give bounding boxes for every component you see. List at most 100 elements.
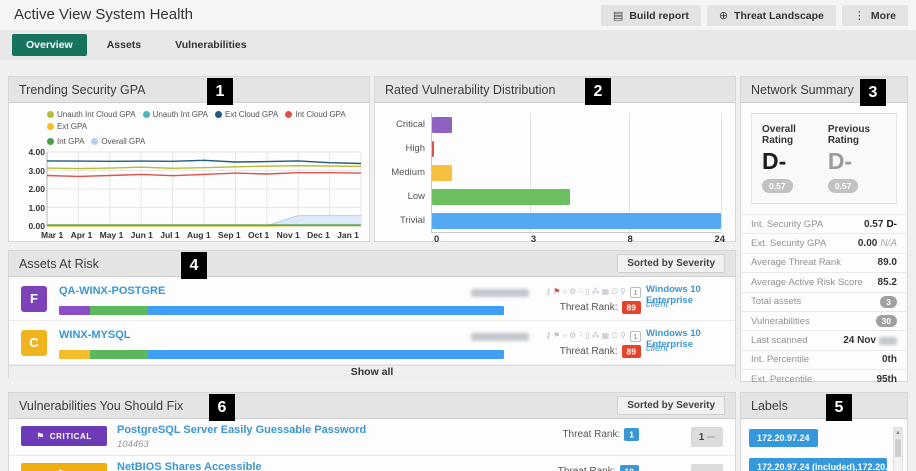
y-tick-label: 4.00 bbox=[15, 148, 45, 156]
vulns-sort-button[interactable]: Sorted by Severity bbox=[617, 396, 725, 415]
bar-trivial[interactable] bbox=[432, 213, 721, 229]
panel-trending-header: Trending Security GPA bbox=[9, 77, 369, 103]
panel-distribution-header: Rated Vulnerability Distribution bbox=[375, 77, 735, 103]
thumbs-down-icon: ☟ bbox=[578, 330, 583, 342]
label-pill[interactable]: 172.20.97.24 (included),172.20.97.2... bbox=[749, 458, 887, 471]
previous-rating-score: 0.57 bbox=[828, 179, 859, 193]
bar-segment bbox=[90, 306, 148, 315]
summary-row: Vulnerabilities30 bbox=[741, 311, 907, 330]
vulnerability-threat-rank: Threat Rank:10 bbox=[459, 466, 639, 471]
x-tick-label: 3 bbox=[531, 234, 536, 245]
y-tick-label: 2.00 bbox=[15, 185, 45, 193]
summary-value: 0.57D- bbox=[864, 219, 897, 230]
x-tick-label: Oct 1 bbox=[248, 230, 269, 240]
labels-scrollbar[interactable]: ▲ bbox=[893, 427, 903, 471]
asset-name-link[interactable]: QA-WINX-POSTGRE bbox=[59, 285, 165, 297]
asset-name-link[interactable]: WINX-MYSQL bbox=[59, 329, 131, 341]
more-button[interactable]: ⋮ More bbox=[842, 5, 908, 26]
more-label: More bbox=[871, 10, 896, 22]
kebab-icon: ⋮ bbox=[854, 9, 865, 22]
threat-landscape-button[interactable]: ⊕ Threat Landscape bbox=[707, 5, 836, 26]
asset-threat-rank: Threat Rank:89 bbox=[449, 346, 641, 357]
panel-network-summary: Network Summary Overall Rating D- 0.57 P… bbox=[740, 76, 908, 382]
globe-icon: ⊕ bbox=[719, 9, 728, 22]
threat-rank-label: Threat Rank: bbox=[560, 346, 618, 357]
affected-assets-expander[interactable]: 1 bbox=[691, 427, 723, 447]
redacted-year bbox=[879, 337, 897, 345]
summary-row: Ext. Percentile95th bbox=[741, 369, 907, 388]
gpa-y-axis: 4.003.002.001.000.00 bbox=[15, 148, 45, 230]
bar-high[interactable] bbox=[432, 141, 434, 157]
legend-dot bbox=[91, 138, 98, 145]
panel-trending-security-gpa: Trending Security GPA Unauth Int Cloud G… bbox=[8, 76, 370, 242]
panel-labels-title: Labels bbox=[751, 399, 788, 413]
overall-rating: Overall Rating D- 0.57 bbox=[762, 124, 814, 194]
asset-type-link[interactable]: client bbox=[646, 299, 668, 310]
distribution-categories: CriticalHighMediumLowTrivial bbox=[385, 113, 431, 233]
previous-rating: Previous Rating D- 0.57 bbox=[828, 124, 886, 194]
panel-vulns-header: Vulnerabilities You Should Fix Sorted by… bbox=[9, 393, 735, 419]
y-tick-label: 0.00 bbox=[15, 222, 45, 230]
overall-rating-score: 0.57 bbox=[762, 179, 793, 193]
build-report-button[interactable]: ▤ Build report bbox=[601, 5, 701, 26]
gear-icon: ⚙ bbox=[569, 330, 576, 342]
panel-vulns-title: Vulnerabilities You Should Fix bbox=[19, 399, 183, 413]
asterisk-icon: ⁂ bbox=[592, 286, 600, 298]
summary-label: Int. Security GPA bbox=[751, 219, 823, 230]
panel-vulnerability-distribution: Rated Vulnerability Distribution Critica… bbox=[374, 76, 736, 242]
document-icon: ▯ bbox=[585, 330, 589, 342]
tab-strip: Overview Assets Vulnerabilities bbox=[0, 30, 916, 60]
vulnerability-title-link[interactable]: PostgreSQL Server Easily Guessable Passw… bbox=[117, 424, 366, 436]
asset-icon-strip: ⚷ ⚑ ○ ⚙ ☟ ▯ ⁂ ▦ ∅ ⚲ 1 bbox=[525, 286, 641, 298]
bar-critical[interactable] bbox=[432, 117, 452, 133]
summary-value: 85.2 bbox=[878, 277, 897, 288]
annotation-marker-4: 4 bbox=[181, 252, 207, 279]
summary-value: 24 Nov bbox=[843, 335, 897, 346]
threat-rank-badge: 1 bbox=[624, 428, 639, 441]
bar-medium[interactable] bbox=[432, 165, 452, 181]
legend-dot bbox=[47, 111, 54, 118]
key-icon: ⚷ bbox=[545, 330, 551, 342]
gpa-chart-svg bbox=[45, 148, 363, 230]
x-tick-label: 8 bbox=[627, 234, 632, 245]
vulnerability-title-link[interactable]: NetBIOS Shares Accessible bbox=[117, 461, 262, 471]
label-pill[interactable]: 172.20.97.24 bbox=[749, 429, 818, 447]
redacted-ip bbox=[471, 289, 529, 297]
asset-grade-badge: C bbox=[21, 330, 47, 356]
asset-severity-bar bbox=[59, 306, 504, 315]
vulnerability-row: ⚑ NetBIOS Shares Accessible Threat Rank:… bbox=[9, 456, 735, 471]
bar-low[interactable] bbox=[432, 189, 570, 205]
scrollbar-thumb[interactable] bbox=[895, 439, 901, 457]
distribution-chart: CriticalHighMediumLowTrivial bbox=[375, 103, 735, 233]
circle-icon: ○ bbox=[562, 286, 567, 298]
gridline bbox=[721, 113, 722, 232]
header-actions: ▤ Build report ⊕ Threat Landscape ⋮ More bbox=[601, 5, 908, 26]
vulnerability-id: 104463 bbox=[117, 439, 149, 450]
x-tick-label: May 1 bbox=[100, 230, 124, 240]
assets-sort-button[interactable]: Sorted by Severity bbox=[617, 254, 725, 273]
tab-overview[interactable]: Overview bbox=[12, 34, 87, 56]
threat-rank-label: Threat Rank: bbox=[558, 466, 616, 471]
threat-rank-badge: 89 bbox=[622, 301, 641, 314]
severity-badge: ⚑ bbox=[21, 463, 107, 471]
annotation-marker-2: 2 bbox=[585, 78, 611, 105]
asset-count-badge: 1 bbox=[630, 331, 641, 342]
show-all-button[interactable]: Show all bbox=[9, 365, 735, 379]
affected-assets-expander[interactable] bbox=[691, 464, 723, 471]
asset-type-link[interactable]: client bbox=[646, 343, 668, 354]
legend-item: Ext GPA bbox=[47, 122, 87, 131]
labels-list: 172.20.97.24 172.20.97.24 (included),172.… bbox=[741, 419, 907, 471]
panel-network-summary-title: Network Summary bbox=[751, 83, 854, 97]
overall-rating-label: Overall Rating bbox=[762, 124, 814, 146]
scroll-up-icon[interactable]: ▲ bbox=[894, 428, 902, 438]
legend-item: Int GPA bbox=[47, 137, 84, 146]
summary-value: 30 bbox=[876, 315, 897, 327]
tab-vulnerabilities[interactable]: Vulnerabilities bbox=[161, 34, 260, 56]
legend-dot bbox=[47, 123, 54, 130]
tab-assets[interactable]: Assets bbox=[93, 34, 155, 56]
thumbs-down-icon: ☟ bbox=[578, 286, 583, 298]
category-label: Medium bbox=[385, 161, 425, 185]
x-tick-label: Sep 1 bbox=[218, 230, 241, 240]
legend-item: Unauth Int GPA bbox=[143, 110, 208, 119]
summary-label: Average Threat Rank bbox=[751, 257, 841, 268]
